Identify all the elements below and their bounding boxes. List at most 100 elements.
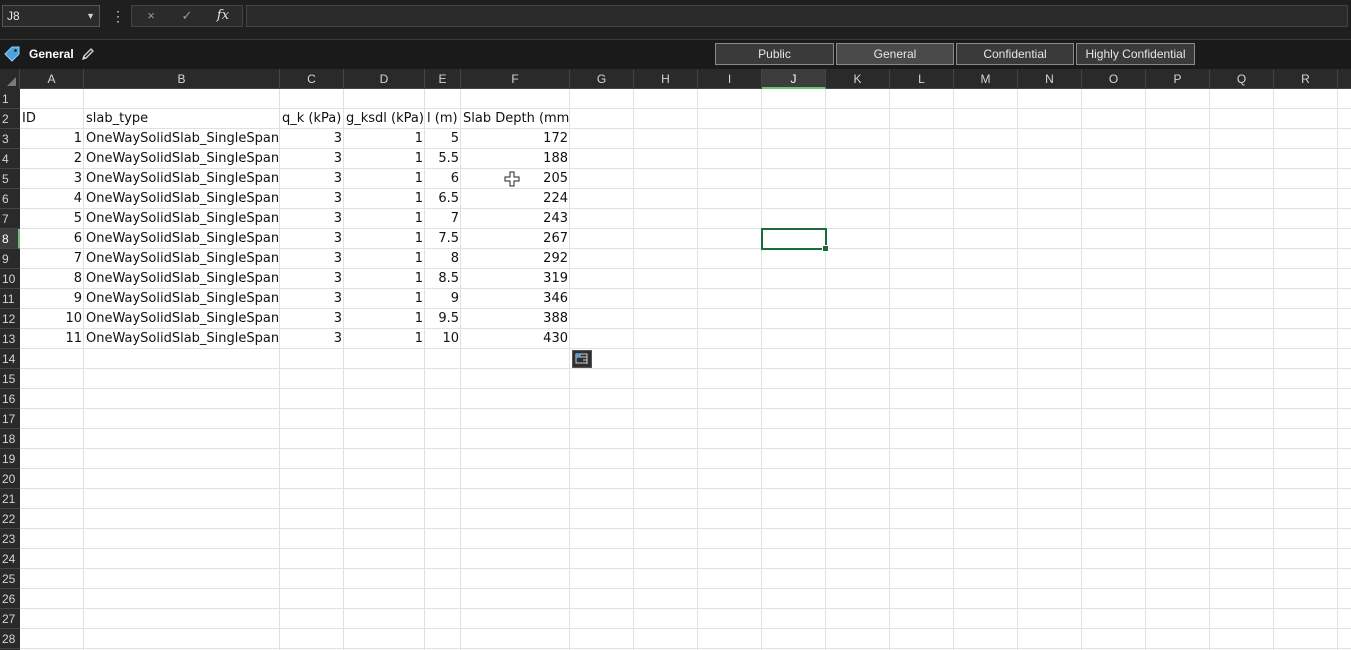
table-cell[interactable]: 3 <box>280 269 344 289</box>
table-cell[interactable]: OneWaySolidSlab_SingleSpan <box>84 269 280 289</box>
header-cell[interactable]: q_k (kPa) <box>280 109 344 129</box>
header-cell[interactable]: l (m) <box>425 109 461 129</box>
table-cell[interactable]: 3 <box>280 289 344 309</box>
cells-area[interactable]: ID slab_type q_k (kPa) g_ksdl (kPa) l (m) Sla… <box>20 89 1351 650</box>
table-cell[interactable]: 11 <box>20 329 84 349</box>
sensitivity-tag-icon[interactable] <box>4 46 20 62</box>
table-cell[interactable]: 1 <box>344 189 425 209</box>
header-cell[interactable]: g_ksdl (kPa) <box>344 109 425 129</box>
table-cell[interactable]: 8.5 <box>425 269 461 289</box>
column-header-k[interactable]: K <box>826 69 890 89</box>
column-header-g[interactable]: G <box>570 69 634 89</box>
row-header-23[interactable]: 23 <box>0 529 20 549</box>
table-cell[interactable]: 5 <box>425 129 461 149</box>
edit-pencil-icon[interactable] <box>81 47 95 61</box>
table-cell[interactable]: OneWaySolidSlab_SingleSpan <box>84 309 280 329</box>
row-header-17[interactable]: 17 <box>0 409 20 429</box>
table-cell[interactable]: 1 <box>344 229 425 249</box>
table-cell[interactable]: 8 <box>425 249 461 269</box>
column-header-i[interactable]: I <box>698 69 762 89</box>
table-cell[interactable]: 1 <box>344 129 425 149</box>
table-cell[interactable]: 6 <box>20 229 84 249</box>
table-cell[interactable]: 1 <box>20 129 84 149</box>
row-header-6[interactable]: 6 <box>0 189 20 209</box>
row-header-15[interactable]: 15 <box>0 369 20 389</box>
row-header-24[interactable]: 24 <box>0 549 20 569</box>
quick-analysis-icon[interactable] <box>572 350 592 368</box>
table-cell[interactable]: 6.5 <box>425 189 461 209</box>
sensitivity-confidential-button[interactable]: Confidential <box>956 43 1074 65</box>
table-cell[interactable]: OneWaySolidSlab_SingleSpan <box>84 229 280 249</box>
table-cell[interactable]: 388 <box>461 309 570 329</box>
more-options-icon[interactable]: ⋮ <box>111 6 125 26</box>
row-header-12[interactable]: 12 <box>0 309 20 329</box>
table-cell[interactable]: OneWaySolidSlab_SingleSpan <box>84 209 280 229</box>
row-header-18[interactable]: 18 <box>0 429 20 449</box>
row-header-4[interactable]: 4 <box>0 149 20 169</box>
table-cell[interactable]: OneWaySolidSlab_SingleSpan <box>84 129 280 149</box>
header-cell[interactable]: ID <box>20 109 84 129</box>
table-cell[interactable]: 1 <box>344 269 425 289</box>
table-cell[interactable]: 4 <box>20 189 84 209</box>
table-cell[interactable]: OneWaySolidSlab_SingleSpan <box>84 329 280 349</box>
row-header-10[interactable]: 10 <box>0 269 20 289</box>
cancel-icon[interactable]: × <box>138 6 164 26</box>
chevron-down-icon[interactable]: ▼ <box>86 6 95 26</box>
row-header-2[interactable]: 2 <box>0 109 20 129</box>
table-cell[interactable]: 3 <box>20 169 84 189</box>
column-header-r[interactable]: R <box>1274 69 1338 89</box>
sensitivity-label[interactable]: General <box>29 40 74 69</box>
table-cell[interactable]: 7 <box>20 249 84 269</box>
table-cell[interactable]: 3 <box>280 249 344 269</box>
row-header-5[interactable]: 5 <box>0 169 20 189</box>
row-header-1[interactable]: 1 <box>0 89 20 109</box>
table-cell[interactable]: 7 <box>425 209 461 229</box>
row-header-11[interactable]: 11 <box>0 289 20 309</box>
table-cell[interactable]: OneWaySolidSlab_SingleSpan <box>84 289 280 309</box>
table-cell[interactable]: 9 <box>425 289 461 309</box>
table-cell[interactable]: 1 <box>344 329 425 349</box>
column-header-e[interactable]: E <box>425 69 461 89</box>
table-cell[interactable]: 3 <box>280 209 344 229</box>
table-cell[interactable]: 346 <box>461 289 570 309</box>
column-header-h[interactable]: H <box>634 69 698 89</box>
column-header-o[interactable]: O <box>1082 69 1146 89</box>
row-header-26[interactable]: 26 <box>0 589 20 609</box>
table-cell[interactable]: 3 <box>280 329 344 349</box>
table-cell[interactable]: 10 <box>425 329 461 349</box>
table-cell[interactable]: OneWaySolidSlab_SingleSpan <box>84 149 280 169</box>
enter-icon[interactable]: ✓ <box>174 6 200 26</box>
table-cell[interactable]: 8 <box>20 269 84 289</box>
table-cell[interactable]: 3 <box>280 169 344 189</box>
column-header-f[interactable]: F <box>461 69 570 89</box>
row-header-7[interactable]: 7 <box>0 209 20 229</box>
table-cell[interactable]: 3 <box>280 229 344 249</box>
table-cell[interactable]: 430 <box>461 329 570 349</box>
column-header-j[interactable]: J <box>762 69 826 89</box>
table-cell[interactable]: 1 <box>344 209 425 229</box>
row-header-21[interactable]: 21 <box>0 489 20 509</box>
column-header-m[interactable]: M <box>954 69 1018 89</box>
row-header-14[interactable]: 14 <box>0 349 20 369</box>
column-header-a[interactable]: A <box>20 69 84 89</box>
sensitivity-highly-confidential-button[interactable]: Highly Confidential <box>1076 43 1195 65</box>
row-header-9[interactable]: 9 <box>0 249 20 269</box>
table-cell[interactable]: 292 <box>461 249 570 269</box>
table-cell[interactable]: 10 <box>20 309 84 329</box>
table-cell[interactable]: 3 <box>280 149 344 169</box>
header-cell[interactable]: Slab Depth (mm) <box>461 109 570 129</box>
selected-cell[interactable] <box>761 228 829 252</box>
table-cell[interactable]: 1 <box>344 249 425 269</box>
table-cell[interactable]: 7.5 <box>425 229 461 249</box>
table-cell[interactable]: 319 <box>461 269 570 289</box>
table-cell[interactable]: 1 <box>344 309 425 329</box>
select-all-corner[interactable] <box>0 69 20 89</box>
table-cell[interactable]: 2 <box>20 149 84 169</box>
fill-handle[interactable] <box>822 245 829 252</box>
table-cell[interactable]: 5.5 <box>425 149 461 169</box>
column-header-c[interactable]: C <box>280 69 344 89</box>
table-cell[interactable]: 172 <box>461 129 570 149</box>
table-cell[interactable]: OneWaySolidSlab_SingleSpan <box>84 249 280 269</box>
row-header-22[interactable]: 22 <box>0 509 20 529</box>
row-header-25[interactable]: 25 <box>0 569 20 589</box>
